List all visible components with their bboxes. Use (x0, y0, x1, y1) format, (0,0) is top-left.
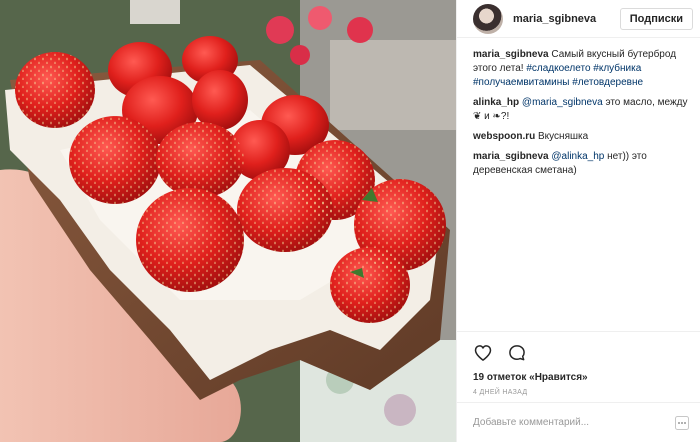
comment-icon[interactable] (507, 343, 527, 363)
hashtag-link[interactable]: #летовдеревне (572, 77, 643, 88)
username-link[interactable]: maria_sgibneva (513, 13, 596, 25)
strawberry-toast-image (0, 0, 456, 442)
comment-item: maria_sgibneva @alinka_hp нет)) это дере… (473, 150, 693, 178)
follow-button[interactable]: Подписки (619, 7, 693, 30)
add-comment-bar (457, 402, 700, 442)
hashtag-link[interactable]: #получаемвитамины (473, 77, 569, 88)
comment-item: maria_sgibneva Самый вкусный бутерброд э… (473, 48, 693, 90)
comment-item: alinka_hp @maria_sgibneva это масло, меж… (473, 96, 693, 124)
post-side-panel: maria_sgibneva Подписки maria_sgibneva С… (456, 0, 700, 442)
more-options-icon[interactable] (675, 415, 689, 430)
comments-list: maria_sgibneva Самый вкусный бутерброд э… (473, 48, 693, 184)
instagram-post: maria_sgibneva Подписки maria_sgibneva С… (0, 0, 700, 442)
comment-author-link[interactable]: maria_sgibneva (473, 49, 549, 60)
likes-count[interactable]: 19 отметок «Нравится» (473, 372, 685, 383)
post-timestamp[interactable]: 4 ДНЕЙ НАЗАД (473, 389, 685, 396)
hashtag-link[interactable]: #сладкоелето (526, 63, 590, 74)
comment-text: Вкусняшка (538, 131, 589, 142)
comment-item: webspoon.ru Вкусняшка (473, 130, 693, 144)
avatar[interactable] (473, 3, 503, 34)
comment-author-link[interactable]: webspoon.ru (473, 131, 535, 142)
hashtag-link[interactable]: #клубника (593, 63, 641, 74)
comment-author-link[interactable]: maria_sgibneva (473, 151, 549, 162)
post-photo[interactable] (0, 0, 456, 442)
comment-author-link[interactable]: alinka_hp (473, 97, 519, 108)
post-actions: 19 отметок «Нравится» 4 ДНЕЙ НАЗАД (457, 331, 700, 396)
heart-icon[interactable] (473, 343, 493, 363)
mention-link[interactable]: @maria_sgibneva (522, 97, 603, 108)
mention-link[interactable]: @alinka_hp (551, 151, 604, 162)
comment-input[interactable] (473, 417, 675, 428)
post-header: maria_sgibneva Подписки (457, 0, 700, 38)
